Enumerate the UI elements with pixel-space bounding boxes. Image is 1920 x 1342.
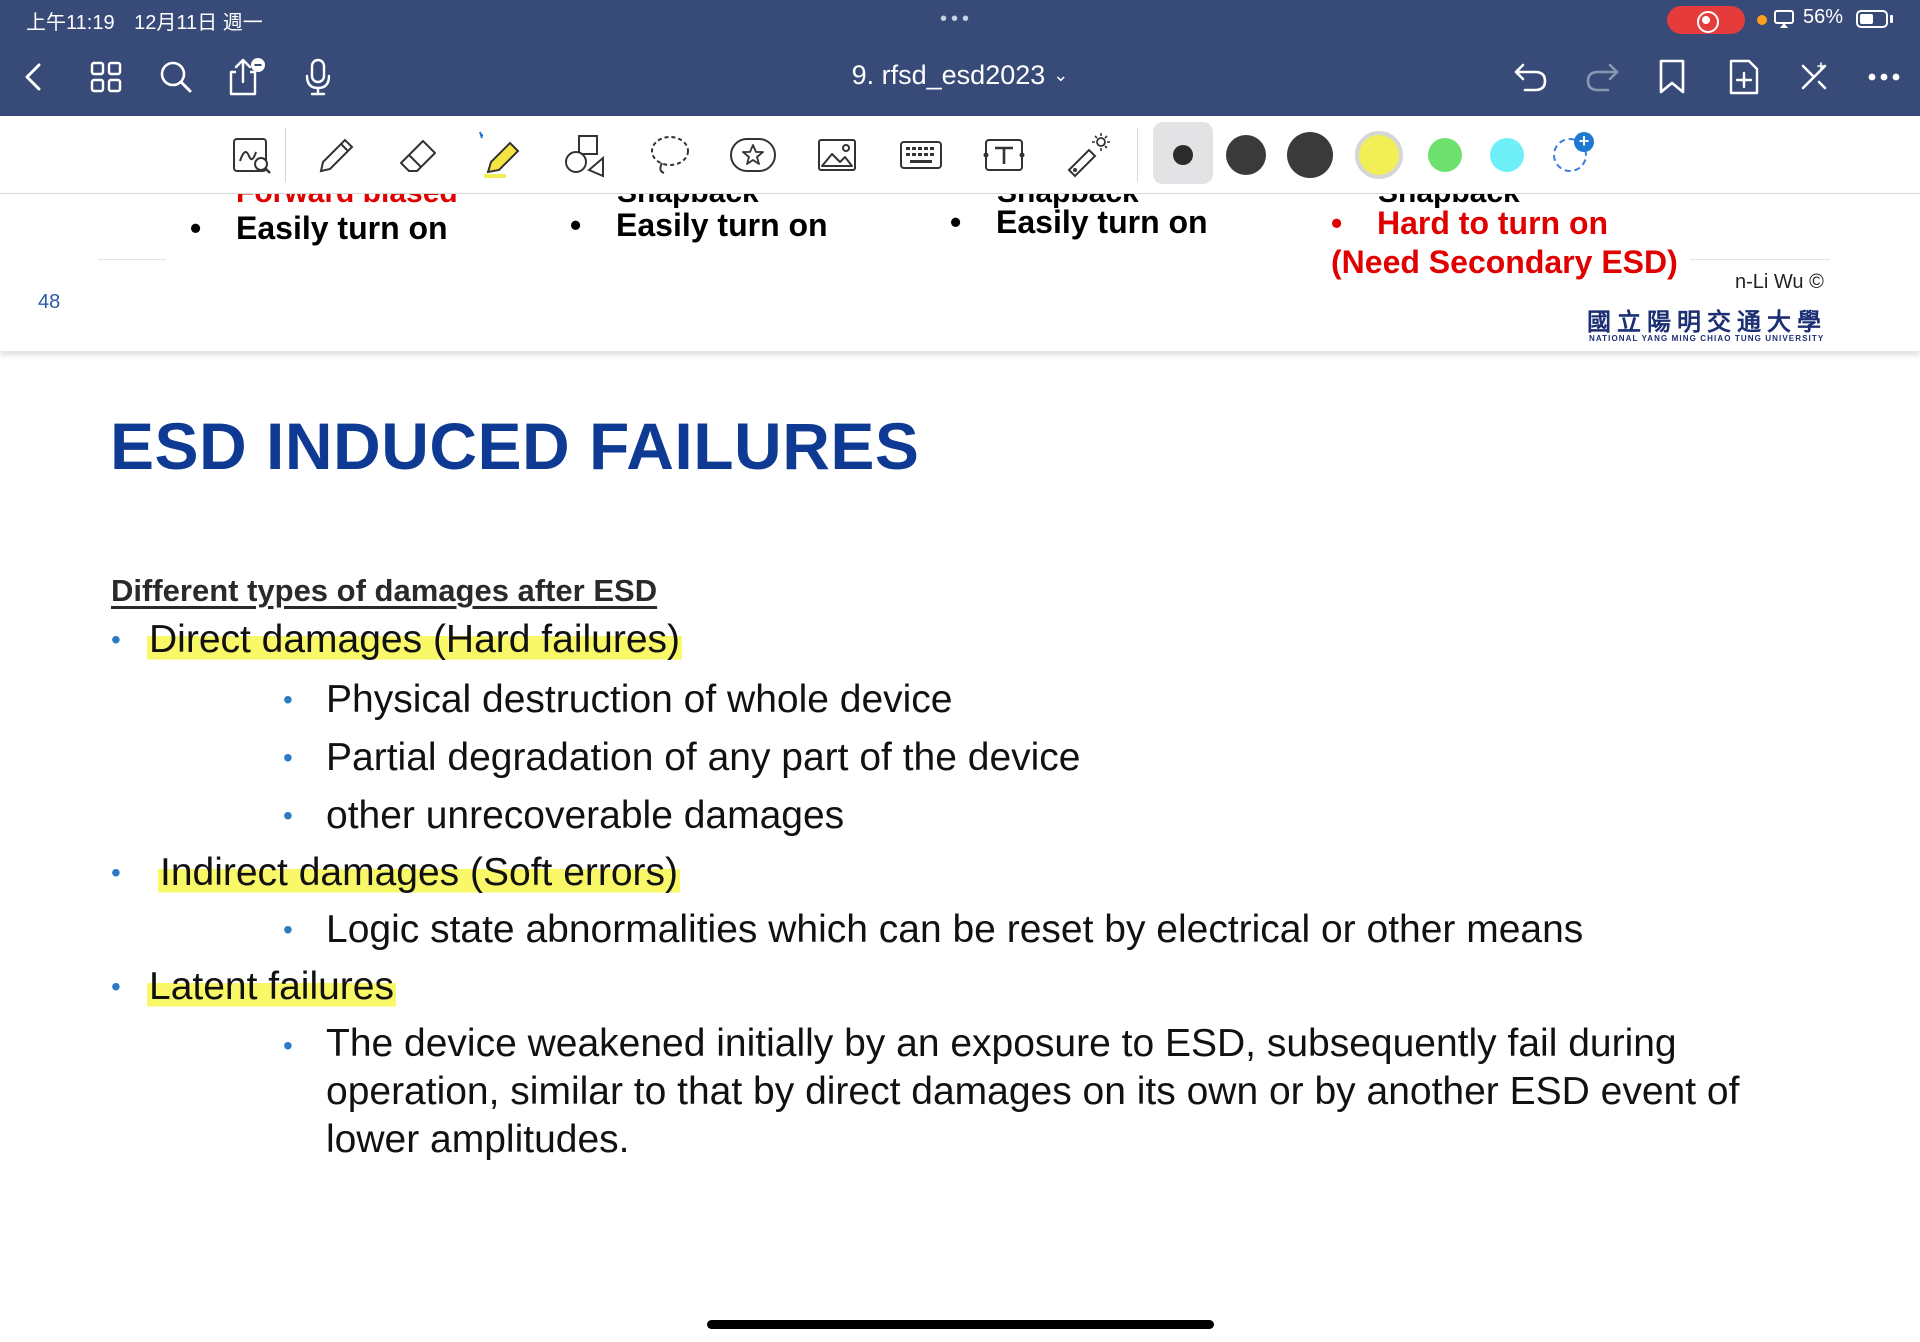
divider [1690,259,1830,260]
battery-level [1860,14,1873,24]
university-logo-en: NATIONAL YANG MING CHIAO TUNG UNIVERSITY [1589,334,1825,343]
status-date: 12月11日 週一 [134,12,263,34]
prev-bullet-red: • Hard to turn on [1331,205,1609,241]
lasso-zoom-icon[interactable] [227,130,277,180]
document-title[interactable]: 9. rfsd_esd2023 ⌄ [0,60,1920,91]
keyboard-icon[interactable] [896,130,946,180]
undo-icon[interactable] [1511,57,1551,97]
sticker-icon[interactable] [728,130,778,180]
status-time: 上午11:19 [26,12,115,34]
highlighter-icon[interactable] [476,130,526,180]
laser-pointer-icon[interactable] [1062,130,1112,180]
multitasking-dots[interactable]: ••• [940,8,973,31]
prev-bullet: • Easily turn on [570,207,828,243]
text-box-icon[interactable] [979,130,1029,180]
highlighted-text: Direct damages (Hard failures) [147,618,683,661]
previous-page-fragment: Forward biased Snapback Snapback Snapbac… [0,194,1920,351]
annotation-toolbar: + [0,116,1920,194]
shapes-icon[interactable] [561,130,611,180]
cyan-color-swatch[interactable] [1490,138,1524,172]
highlighted-text: Latent failures [147,965,396,1008]
airplay-icon [1773,8,1795,35]
chevron-down-icon: ⌄ [1053,65,1069,85]
prev-bullet: • Easily turn on [190,210,448,246]
yellow-color-swatch[interactable] [1355,131,1403,179]
status-bar: 上午11:19 12月11日 週一 ••• 56% [0,0,1920,38]
university-logo-cn: 國立陽明交通大學 [1587,308,1827,336]
close-toolbar-icon[interactable] [1794,57,1834,97]
home-indicator[interactable] [707,1320,1214,1329]
pen-size-small-swatch[interactable] [1173,145,1193,165]
cut-label-forward-biased: Forward biased [236,194,458,208]
slide-title: ESD INDUCED FAILURES [110,409,920,483]
cut-label-snapback: Snapback [617,194,759,208]
pen-size-large-swatch[interactable] [1287,132,1333,178]
battery-cap [1890,15,1893,23]
more-options-icon[interactable] [1864,57,1904,97]
pen-size-medium-swatch[interactable] [1226,135,1266,175]
battery-percentage: 56% [1803,6,1844,28]
navigation-bar: 9. rfsd_esd2023 ⌄ [0,38,1920,116]
mic-in-use-dot [1757,15,1767,25]
document-title-text: 9. rfsd_esd2023 [851,60,1046,90]
bookmark-icon[interactable] [1652,57,1692,97]
screen-recording-indicator[interactable] [1667,6,1745,34]
eraser-icon[interactable] [393,130,443,180]
page-number: 48 [38,291,61,313]
image-icon[interactable] [812,130,862,180]
pen-icon[interactable] [310,130,360,180]
prev-bullet: • Easily turn on [950,204,1208,240]
plus-icon: + [1574,132,1594,152]
slide-subheading: Different types of damages after ESD [111,573,658,608]
prev-red-note: (Need Secondary ESD) [1331,244,1678,280]
add-page-icon[interactable] [1724,57,1764,97]
highlighted-text: Indirect damages (Soft errors) [158,851,681,894]
author-credit: n-Li Wu © [1735,271,1824,293]
green-color-swatch[interactable] [1428,138,1462,172]
battery-icon [1856,10,1888,28]
redo-icon[interactable] [1582,57,1622,97]
divider [98,259,166,260]
lasso-icon[interactable] [645,130,695,180]
